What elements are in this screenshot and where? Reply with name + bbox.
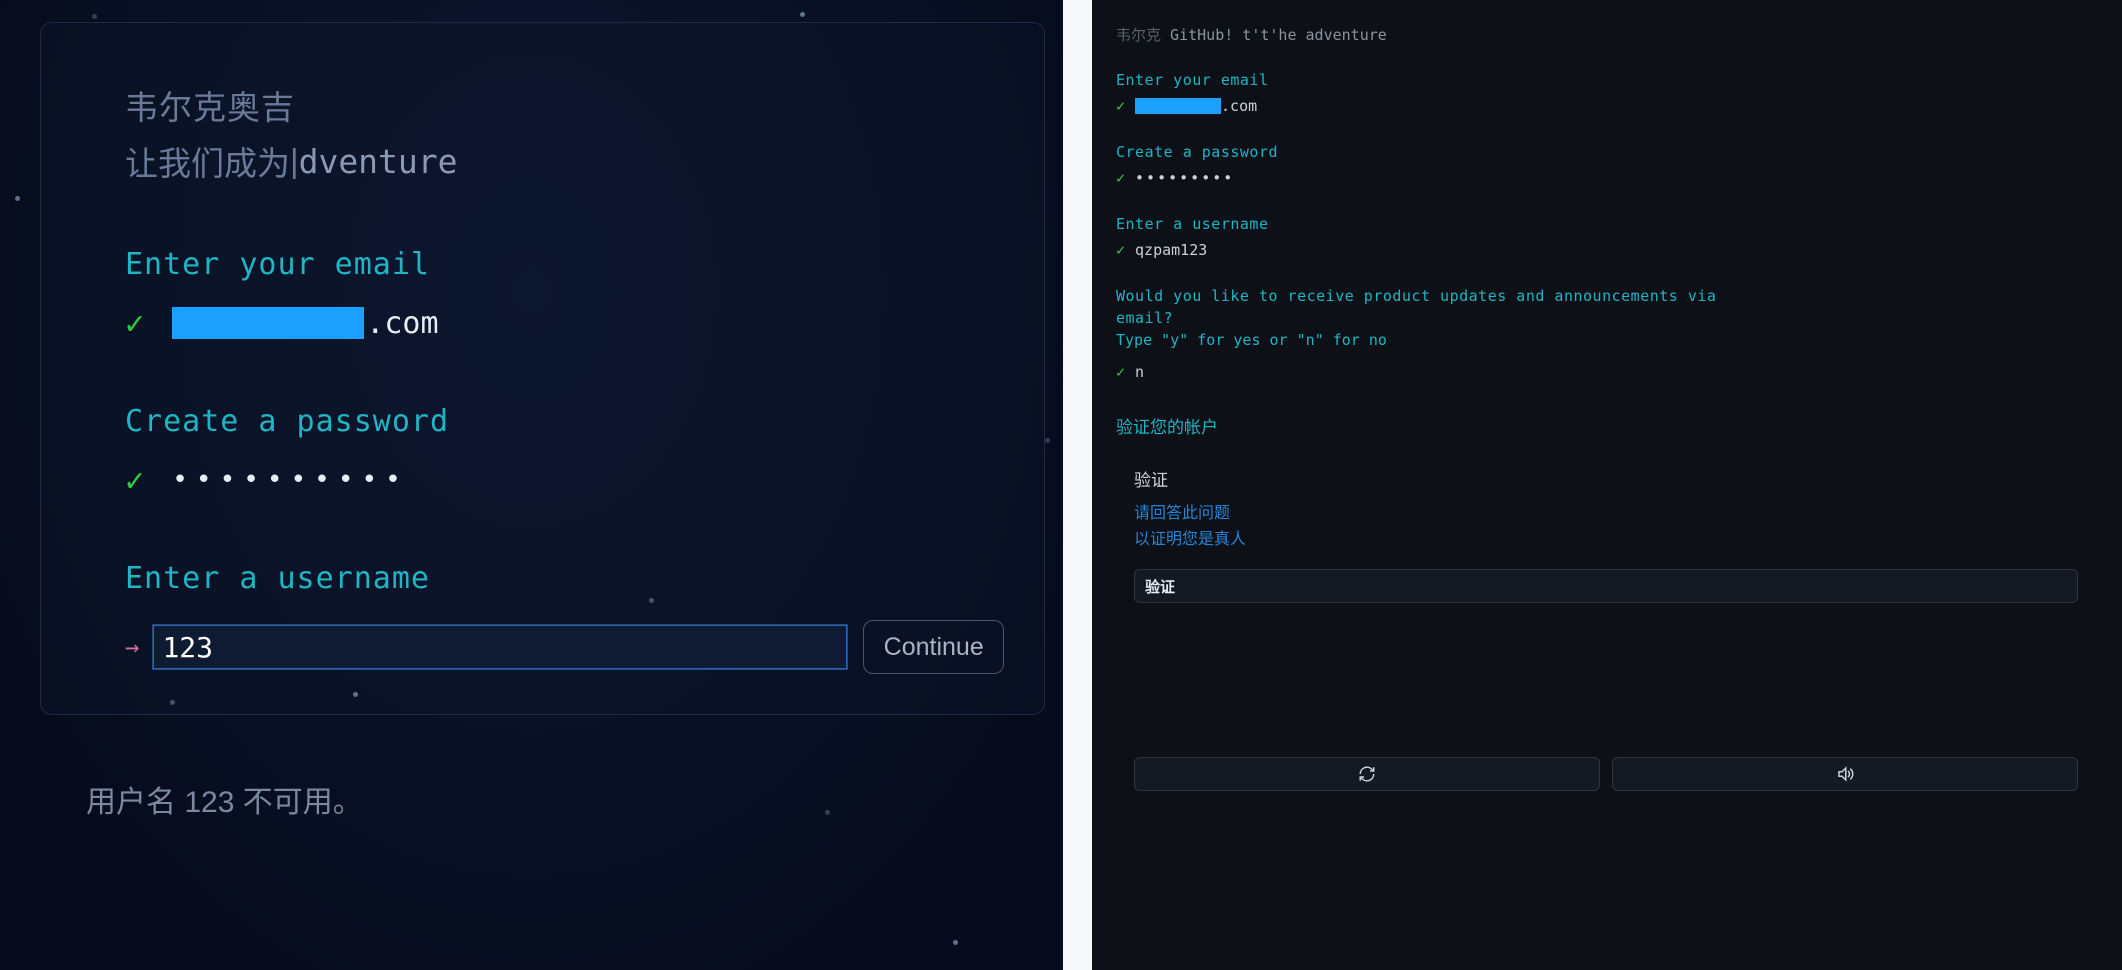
welcome-prefix: 韦尔克 bbox=[1116, 26, 1161, 44]
right-email-label: Enter your email bbox=[1116, 71, 2096, 89]
captcha-title: 验证 bbox=[1134, 466, 2078, 491]
email-suffix: .com bbox=[366, 306, 438, 341]
check-icon: ✓ bbox=[1116, 241, 1125, 259]
right-updates-label-2: email? bbox=[1116, 309, 2096, 327]
verify-section-title: 验证您的帐户 bbox=[1116, 413, 2096, 438]
refresh-icon bbox=[1358, 765, 1376, 783]
right-email-value: .com bbox=[1135, 97, 1257, 115]
pane-divider bbox=[1063, 0, 1092, 970]
star-icon bbox=[170, 700, 175, 705]
right-updates-label-1: Would you like to receive product update… bbox=[1116, 287, 2096, 305]
star-icon bbox=[825, 810, 830, 815]
captcha-audio-button[interactable] bbox=[1612, 757, 2078, 791]
right-password-value: ••••••••• bbox=[1135, 169, 1234, 187]
signup-card: 韦尔克奥吉 让我们成为|dventure Enter your email ✓ … bbox=[40, 22, 1045, 715]
username-input[interactable] bbox=[153, 625, 847, 669]
email-value: .com bbox=[172, 306, 438, 341]
greeting-line-2: 让我们成为|dventure bbox=[125, 137, 1004, 185]
captcha-box: 验证 请回答此问题 以证明您是真人 验证 bbox=[1116, 452, 2096, 809]
password-label: Create a password bbox=[125, 404, 1004, 439]
right-updates-block: Would you like to receive product update… bbox=[1116, 287, 2096, 381]
right-username-block: Enter a username ✓ qzpam123 bbox=[1116, 215, 2096, 259]
username-error: 用户名 123 不可用。 bbox=[0, 777, 1063, 821]
welcome-line: 韦尔克 GitHub! t't'he adventure bbox=[1116, 24, 2096, 45]
email-step: Enter your email ✓ .com bbox=[125, 247, 1004, 342]
welcome-main: GitHub! t't'he adventure bbox=[1170, 26, 1387, 44]
right-updates-value: n bbox=[1135, 363, 1144, 381]
star-icon bbox=[15, 196, 20, 201]
right-email-suffix: .com bbox=[1221, 97, 1257, 115]
greeting-prefix: 让我们成为 bbox=[125, 137, 290, 185]
star-icon bbox=[1045, 438, 1050, 443]
star-icon bbox=[800, 12, 805, 17]
username-step: Enter a username → Continue bbox=[125, 561, 1004, 674]
greeting-suffix: dventure bbox=[299, 142, 458, 181]
email-redacted-mask bbox=[1135, 98, 1221, 114]
captcha-verify-button[interactable]: 验证 bbox=[1134, 569, 2078, 603]
check-icon: ✓ bbox=[125, 304, 144, 342]
check-icon: ✓ bbox=[1116, 169, 1125, 187]
right-password-block: Create a password ✓ ••••••••• bbox=[1116, 143, 2096, 187]
audio-icon bbox=[1836, 765, 1854, 783]
username-label: Enter a username bbox=[125, 561, 1004, 596]
right-updates-hint: Type "y" for yes or "n" for no bbox=[1116, 331, 2096, 349]
right-username-label: Enter a username bbox=[1116, 215, 2096, 233]
star-icon bbox=[953, 940, 958, 945]
password-step: Create a password ✓ •••••••••• bbox=[125, 404, 1004, 499]
captcha-instruction-2: 以证明您是真人 bbox=[1134, 525, 2078, 549]
right-username-value: qzpam123 bbox=[1135, 241, 1207, 259]
verification-panel: 韦尔克 GitHub! t't'he adventure Enter your … bbox=[1092, 0, 2122, 970]
right-password-label: Create a password bbox=[1116, 143, 2096, 161]
continue-button[interactable]: Continue bbox=[863, 620, 1004, 674]
typing-cursor: | bbox=[290, 142, 299, 180]
password-value: •••••••••• bbox=[172, 465, 409, 495]
captcha-instruction-1: 请回答此问题 bbox=[1134, 499, 2078, 523]
star-icon bbox=[92, 14, 97, 19]
check-icon: ✓ bbox=[125, 461, 144, 499]
check-icon: ✓ bbox=[1116, 363, 1125, 381]
star-icon bbox=[353, 692, 358, 697]
email-redacted-mask bbox=[172, 307, 364, 339]
email-label: Enter your email bbox=[125, 247, 1004, 282]
arrow-icon: → bbox=[125, 633, 137, 661]
greeting-line-1: 韦尔克奥吉 bbox=[125, 81, 1004, 129]
signup-form-panel: 韦尔克奥吉 让我们成为|dventure Enter your email ✓ … bbox=[0, 0, 1063, 970]
star-icon bbox=[649, 598, 654, 603]
check-icon: ✓ bbox=[1116, 97, 1125, 115]
captcha-refresh-button[interactable] bbox=[1134, 757, 1600, 791]
right-email-block: Enter your email ✓ .com bbox=[1116, 71, 2096, 115]
